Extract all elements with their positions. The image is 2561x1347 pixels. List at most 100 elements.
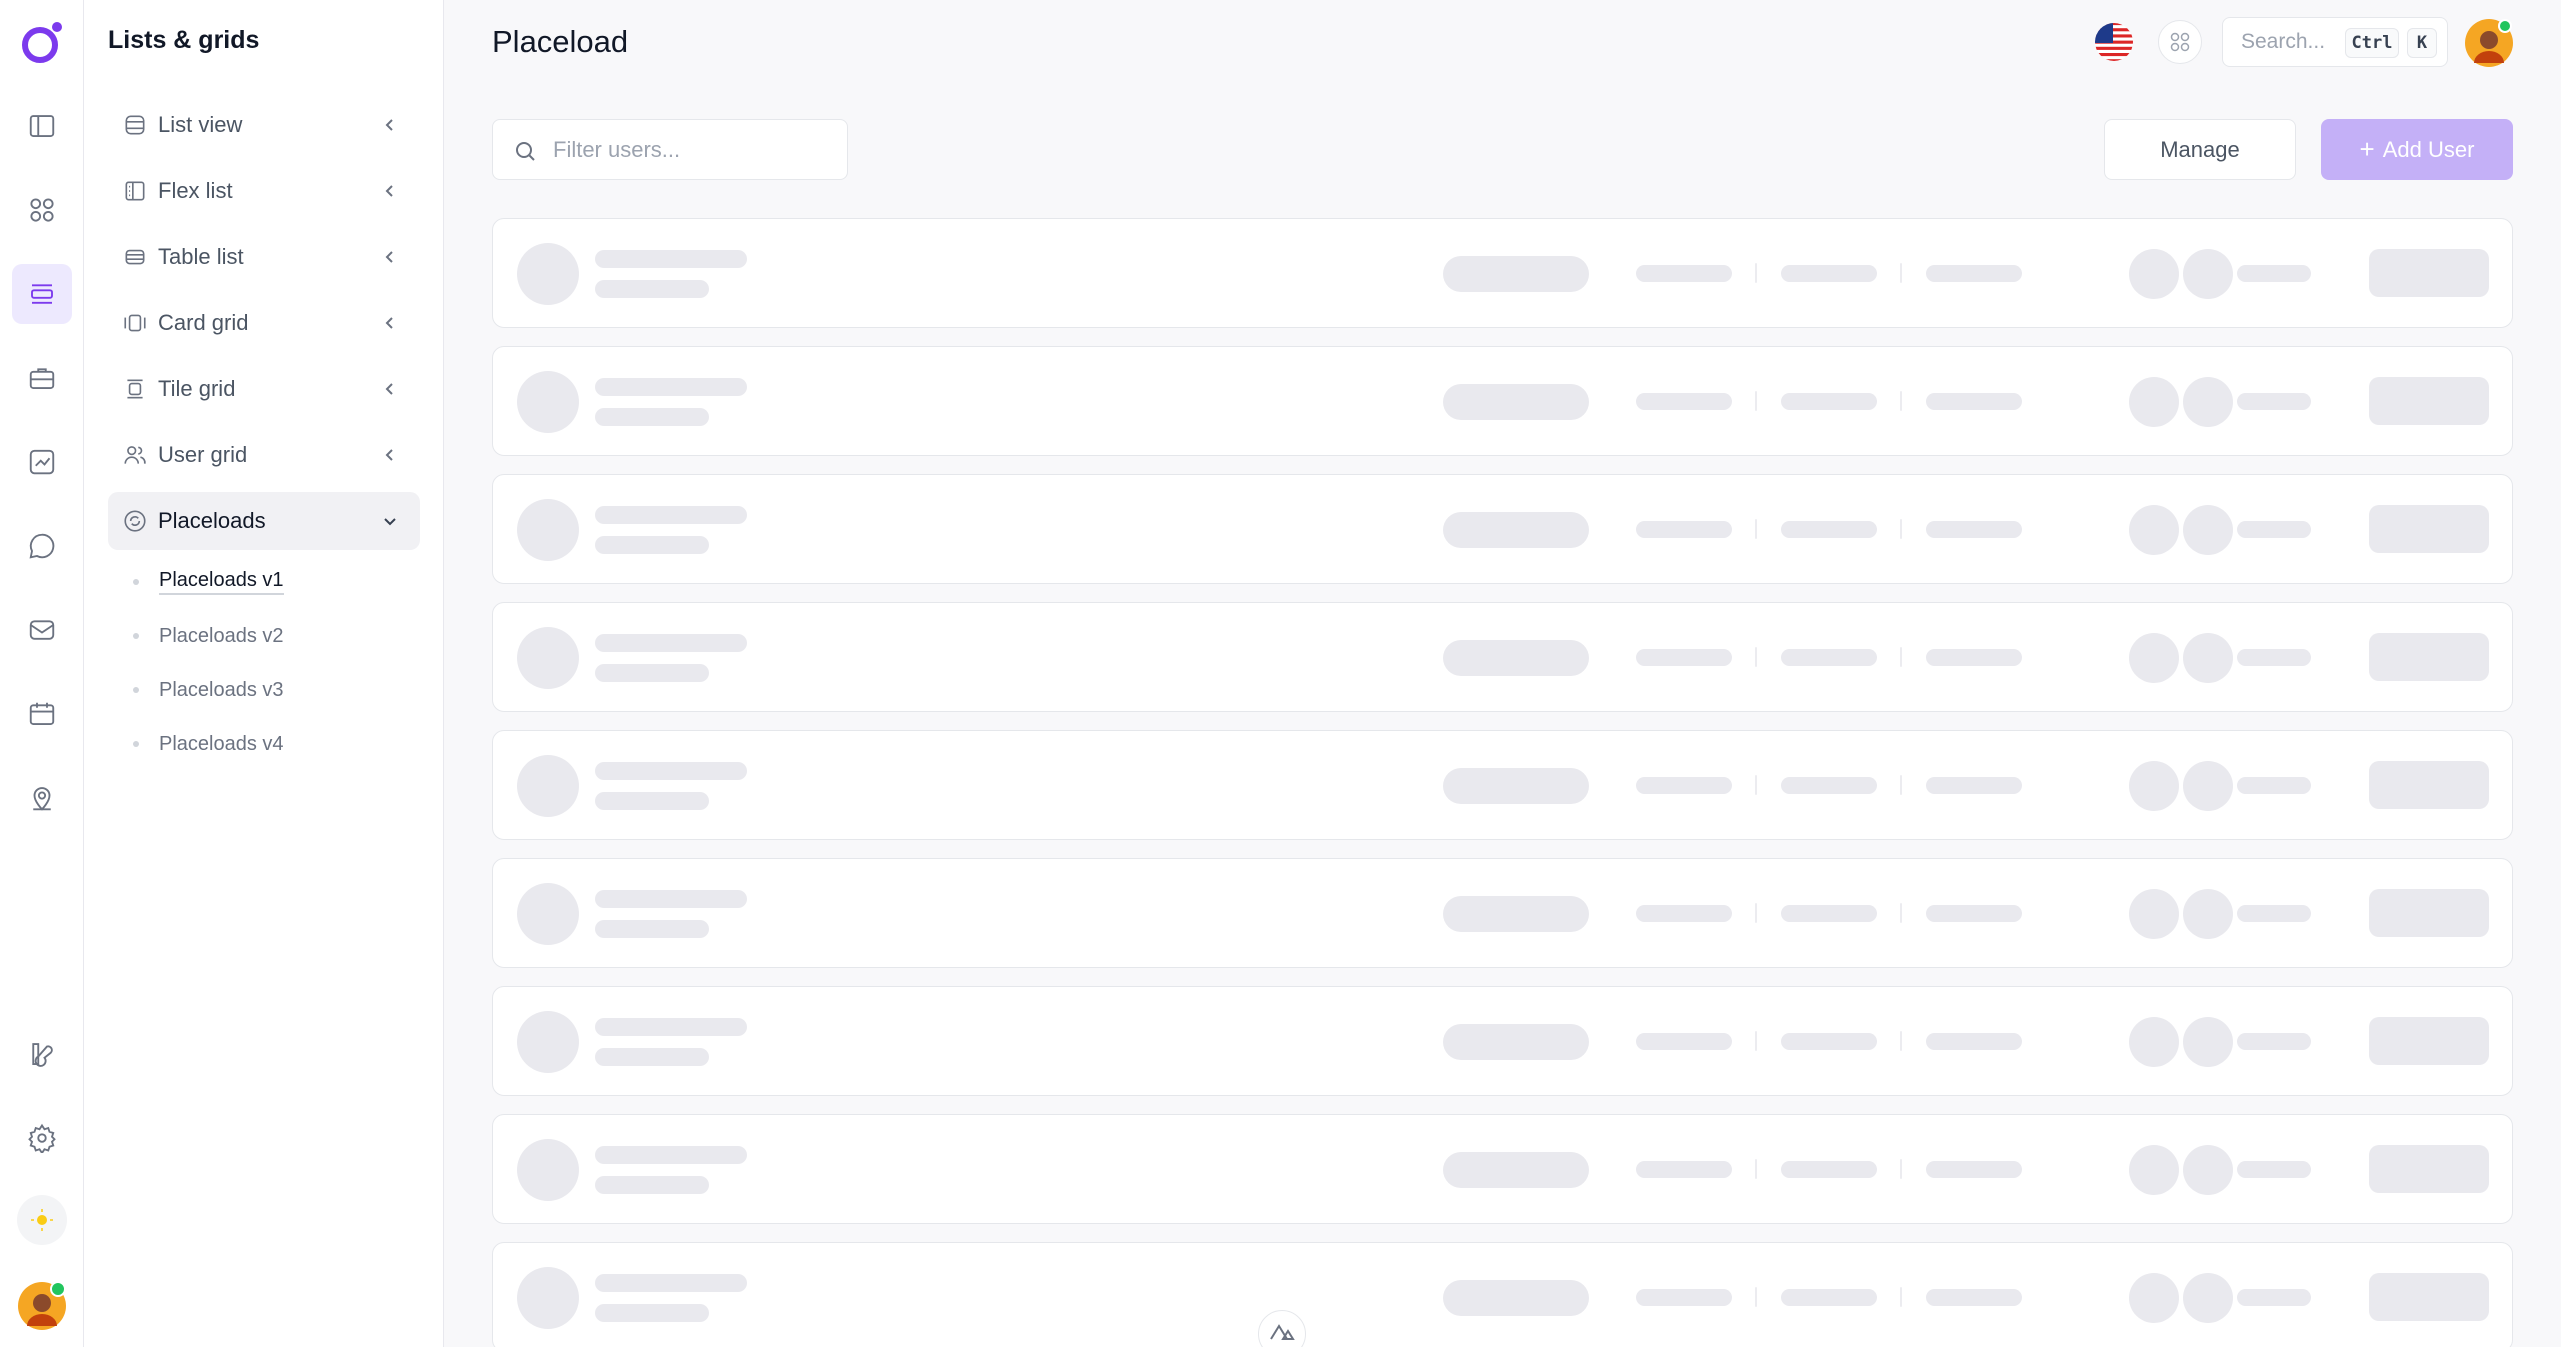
- skeleton-stat: [1636, 393, 1732, 410]
- sidebar-item-card-grid[interactable]: Card grid: [108, 294, 420, 352]
- skeleton-text: [2237, 1161, 2311, 1178]
- global-search-button[interactable]: Search... Ctrl K: [2222, 17, 2448, 67]
- skeleton-name: [595, 1274, 747, 1292]
- placeload-row: [492, 858, 2513, 968]
- skeleton-badge: [1443, 256, 1589, 292]
- secondary-sidebar: Lists & grids List view Flex list Table …: [84, 0, 444, 1347]
- skeleton-text: [2237, 393, 2311, 410]
- rail-sidebar-button[interactable]: [12, 96, 72, 156]
- skeleton-divider: [1900, 391, 1902, 411]
- rail-briefcase-button[interactable]: [12, 348, 72, 408]
- apps-button[interactable]: [2158, 20, 2202, 64]
- skeleton-button: [2369, 633, 2489, 681]
- chevron-down-icon: [384, 518, 396, 526]
- rail-layouts-button[interactable]: [12, 264, 72, 324]
- skeleton-stat: [1926, 521, 2022, 538]
- us-flag-icon[interactable]: [2094, 22, 2134, 62]
- bullet-icon: [133, 633, 139, 639]
- subitem-placeloads-v4[interactable]: Placeloads v4: [133, 729, 284, 759]
- theme-toggle-button[interactable]: [17, 1195, 67, 1245]
- skeleton-stat: [1781, 1289, 1877, 1306]
- skeleton-divider: [1755, 1031, 1757, 1051]
- sidebar-item-label: User grid: [158, 442, 248, 467]
- app-logo-icon[interactable]: [18, 18, 66, 66]
- skeleton-avatar: [2129, 1273, 2179, 1323]
- skeleton-subtitle: [595, 1176, 709, 1194]
- sidebar-item-label: Tile grid: [158, 376, 236, 401]
- user-avatar[interactable]: [17, 1281, 67, 1331]
- skeleton-stat: [1926, 905, 2022, 922]
- rail-dashboard-button[interactable]: [12, 180, 72, 240]
- chevron-left-icon: [385, 119, 393, 131]
- sidebar-item-flex-list[interactable]: Flex list: [108, 162, 420, 220]
- skeleton-text: [2237, 1033, 2311, 1050]
- sidebar-item-tile-grid[interactable]: Tile grid: [108, 360, 420, 418]
- header-user-avatar[interactable]: [2464, 18, 2514, 68]
- manage-button[interactable]: Manage: [2104, 119, 2296, 180]
- skeleton-avatar: [517, 627, 579, 689]
- skeleton-avatar: [2183, 761, 2233, 811]
- skeleton-subtitle: [595, 1304, 709, 1322]
- placeload-icon: [124, 510, 146, 532]
- sidebar-item-list-view[interactable]: List view: [108, 96, 420, 154]
- add-user-button[interactable]: + Add User: [2321, 119, 2513, 180]
- skeleton-stat: [1636, 1289, 1732, 1306]
- map-pin-icon: [33, 787, 51, 811]
- skeleton-avatar: [2183, 889, 2233, 939]
- rail-mail-button[interactable]: [12, 600, 72, 660]
- skeleton-badge: [1443, 1152, 1589, 1188]
- skeleton-button: [2369, 1273, 2489, 1321]
- layout-list-icon: [31, 284, 53, 304]
- skeleton-divider: [1755, 1287, 1757, 1307]
- skeleton-avatar: [2129, 889, 2179, 939]
- skeleton-divider: [1755, 391, 1757, 411]
- sidebar-item-label: Table list: [158, 244, 244, 269]
- skeleton-divider: [1755, 647, 1757, 667]
- page-title: Placeload: [492, 24, 629, 59]
- rail-analytics-button[interactable]: [12, 432, 72, 492]
- subitem-label: Placeloads v1: [159, 569, 284, 595]
- subitem-placeloads-v3[interactable]: Placeloads v3: [133, 675, 284, 705]
- bullet-icon: [133, 741, 139, 747]
- table-list-icon: [125, 249, 145, 265]
- rail-chat-button[interactable]: [12, 516, 72, 576]
- skeleton-avatar: [2129, 249, 2179, 299]
- subitem-placeloads-v1[interactable]: Placeloads v1: [133, 567, 284, 597]
- skeleton-avatar: [517, 1011, 579, 1073]
- skeleton-name: [595, 250, 747, 268]
- sidebar-item-table-list[interactable]: Table list: [108, 228, 420, 286]
- skeleton-name: [595, 378, 747, 396]
- subitem-label: Placeloads v2: [159, 624, 284, 647]
- skeleton-divider: [1900, 519, 1902, 539]
- rail-brand-button[interactable]: [12, 1024, 72, 1084]
- settings-icon: [28, 1123, 56, 1153]
- sidebar-item-label: Placeloads: [158, 508, 266, 533]
- rail-calendar-button[interactable]: [12, 684, 72, 744]
- subitem-placeloads-v2[interactable]: Placeloads v2: [133, 621, 284, 651]
- skeleton-stat: [1781, 649, 1877, 666]
- skeleton-badge: [1443, 768, 1589, 804]
- skeleton-avatar: [2183, 633, 2233, 683]
- sidebar-item-label: Card grid: [158, 310, 249, 335]
- placeload-row: [492, 474, 2513, 584]
- placeload-row: [492, 346, 2513, 456]
- flex-list-icon: [125, 181, 145, 201]
- filter-users-input[interactable]: Filter users...: [492, 119, 848, 180]
- skeleton-button: [2369, 761, 2489, 809]
- sidebar-item-placeloads[interactable]: Placeloads: [108, 492, 420, 550]
- chart-icon: [29, 449, 55, 475]
- skeleton-divider: [1900, 263, 1902, 283]
- skeleton-divider: [1900, 1159, 1902, 1179]
- skeleton-text: [2237, 265, 2311, 282]
- sidebar-item-user-grid[interactable]: User grid: [108, 426, 420, 484]
- rail-settings-button[interactable]: [12, 1108, 72, 1168]
- skeleton-badge: [1443, 896, 1589, 932]
- skeleton-badge: [1443, 384, 1589, 420]
- chevron-left-icon: [385, 449, 393, 461]
- dashboard-grid-icon: [30, 198, 54, 222]
- icon-rail: [0, 0, 84, 1347]
- skeleton-stat: [1636, 521, 1732, 538]
- subitem-label: Placeloads v3: [159, 678, 284, 701]
- rail-map-button[interactable]: [12, 768, 72, 828]
- skeleton-badge: [1443, 512, 1589, 548]
